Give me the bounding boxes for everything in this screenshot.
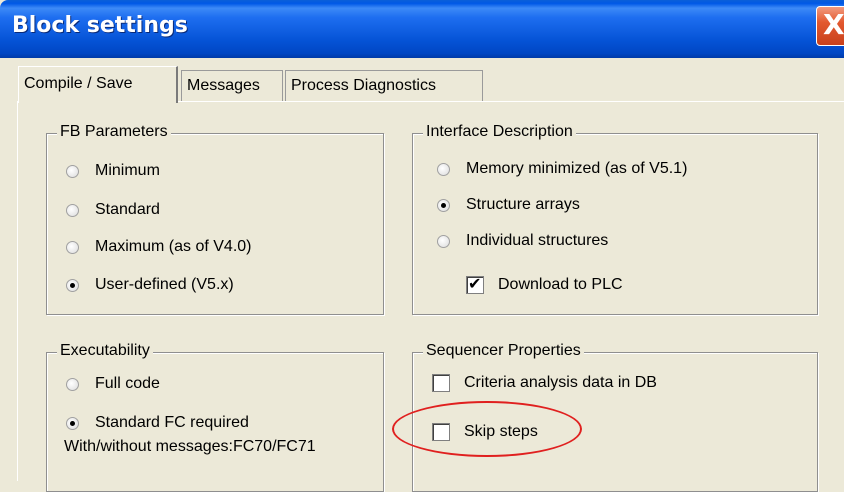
radio-maximum[interactable]: Maximum (as of V4.0) xyxy=(66,238,251,256)
checkbox[interactable] xyxy=(432,374,450,392)
option-label: Minimum xyxy=(95,162,160,179)
checkbox-download-to-plc[interactable]: Download to PLC xyxy=(466,274,623,294)
radio-standard[interactable]: Standard xyxy=(66,201,160,219)
group-title: FB Parameters xyxy=(57,122,171,142)
option-label: Download to PLC xyxy=(498,276,623,293)
radio-memory-minimized[interactable]: Memory minimized (as of V5.1) xyxy=(437,160,687,178)
radio-individual-structures[interactable]: Individual structures xyxy=(437,232,608,250)
radio-button[interactable] xyxy=(66,377,79,391)
option-label: Standard xyxy=(95,201,160,218)
tab-label: Messages xyxy=(187,77,260,94)
option-label: Structure arrays xyxy=(466,196,580,213)
option-label: Memory minimized (as of V5.1) xyxy=(466,160,688,177)
option-label: Maximum (as of V4.0) xyxy=(95,238,252,255)
radio-standard-fc-required[interactable]: Standard FC required xyxy=(66,414,249,432)
title-bar[interactable]: Block settings X xyxy=(0,0,844,58)
highlight-ellipse-annotation xyxy=(392,401,582,457)
option-label: Individual structures xyxy=(466,232,609,249)
window-title: Block settings xyxy=(12,13,188,38)
close-icon: X xyxy=(823,8,844,41)
close-button[interactable]: X xyxy=(816,6,844,46)
checkbox-criteria-analysis[interactable]: Criteria analysis data in DB xyxy=(432,374,657,392)
radio-button[interactable] xyxy=(437,234,450,248)
tab-compile-save[interactable]: Compile / Save xyxy=(18,66,178,103)
radio-structure-arrays[interactable]: Structure arrays xyxy=(437,196,580,214)
option-label: User-defined (V5.x) xyxy=(95,276,234,293)
tab-label: Process Diagnostics xyxy=(291,77,436,94)
radio-button-selected[interactable] xyxy=(437,198,450,212)
option-label: Full code xyxy=(95,375,160,392)
radio-button[interactable] xyxy=(66,203,79,217)
group-title: Interface Description xyxy=(423,122,576,142)
tab-messages[interactable]: Messages xyxy=(181,70,283,102)
radio-button[interactable] xyxy=(66,240,79,254)
radio-minimum[interactable]: Minimum xyxy=(66,162,160,180)
radio-button[interactable] xyxy=(66,164,79,178)
radio-full-code[interactable]: Full code xyxy=(66,375,160,393)
radio-button-selected[interactable] xyxy=(66,416,79,430)
radio-button-selected[interactable] xyxy=(66,278,79,292)
option-label: Criteria analysis data in DB xyxy=(464,374,657,391)
group-title: Executability xyxy=(57,341,153,361)
option-label: Standard FC required xyxy=(95,414,249,431)
tab-process-diagnostics[interactable]: Process Diagnostics xyxy=(285,70,483,102)
tab-label: Compile / Save xyxy=(24,75,133,92)
checkbox-checked[interactable] xyxy=(466,274,484,294)
messages-fc-note: With/without messages:FC70/FC71 xyxy=(64,438,316,455)
radio-button[interactable] xyxy=(437,162,450,176)
radio-user-defined[interactable]: User-defined (V5.x) xyxy=(66,276,234,294)
group-title: Sequencer Properties xyxy=(423,341,584,361)
